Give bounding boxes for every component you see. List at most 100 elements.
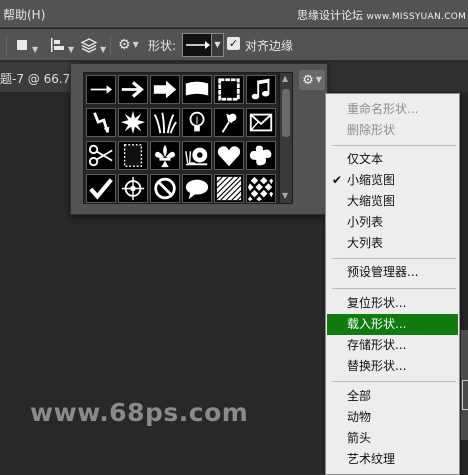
arrow-block-icon[interactable] [150, 75, 180, 104]
menu-item-label: 艺术纹理 [347, 452, 396, 466]
align-edges-checkbox[interactable]: ✓ [227, 37, 240, 50]
menu-item-label: 复位形状... [347, 296, 407, 310]
menu-item-load-shapes[interactable]: 载入形状... [327, 314, 458, 335]
speech-bubble-icon[interactable] [182, 174, 212, 203]
menu-item-label: 小列表 [347, 215, 384, 229]
menu-item-replace-shapes[interactable]: 替换形状... [327, 356, 458, 377]
envelope-icon[interactable] [246, 108, 276, 137]
snail-icon[interactable] [182, 141, 212, 170]
divider [110, 35, 111, 55]
arrow-thin-icon [186, 41, 210, 49]
panel-edge [460, 330, 468, 440]
menu-item-reset-shapes[interactable]: 复位形状... [327, 293, 458, 314]
menu-item-label: 仅文本 [347, 152, 384, 166]
menu-item-arrows[interactable]: 箭头 [327, 428, 458, 449]
menu-item-small-thumbnail[interactable]: ✔ 小缩览图 [327, 170, 458, 191]
music-note-icon[interactable] [246, 75, 276, 104]
path-ops-button[interactable]: ▼ [16, 36, 38, 54]
gear-icon: ⚙ [118, 37, 131, 53]
menu-item-label: 小缩览图 [347, 173, 396, 187]
frame-icon[interactable] [214, 75, 244, 104]
square-icon [17, 40, 27, 50]
target-icon[interactable] [118, 174, 148, 203]
chevron-down-icon: ▼ [315, 75, 322, 84]
checkmark-icon: ✔ [332, 173, 343, 187]
grass-icon[interactable] [150, 108, 180, 137]
menu-item-label: 大列表 [347, 236, 384, 250]
scissors-icon[interactable] [86, 141, 116, 170]
align-left-icon [51, 38, 64, 52]
shape-dropdown-button[interactable]: ▼ [212, 33, 224, 57]
chevron-up-icon[interactable]: ▲ [282, 74, 288, 83]
menu-item-large-list[interactable]: 大列表 [327, 233, 458, 254]
checkmark-icon: ✓ [228, 37, 239, 50]
banner-icon[interactable] [182, 75, 212, 104]
shape-picker-menu-button[interactable]: ⚙ ▼ [299, 70, 325, 90]
checker-pattern-icon[interactable] [246, 174, 276, 203]
heart-icon[interactable] [214, 141, 244, 170]
lightbulb-icon[interactable] [182, 108, 212, 137]
menu-divider [332, 145, 456, 146]
help-menu[interactable]: 帮助(H) [3, 6, 45, 23]
stamp-frame-icon[interactable] [118, 141, 148, 170]
chevron-down-icon[interactable]: ▼ [282, 191, 288, 200]
menu-item-preset-manager[interactable]: 预设管理器... [327, 262, 458, 283]
menu-item-save-shapes[interactable]: 存储形状... [327, 335, 458, 356]
chevron-down-icon: ▼ [32, 45, 39, 54]
checkmark-icon[interactable] [86, 174, 116, 203]
menu-item-small-list[interactable]: 小列表 [327, 212, 458, 233]
site-watermark: www.68ps.com [30, 398, 249, 427]
align-edges-label: 对齐边缘 [245, 39, 294, 53]
chevron-down-icon: ▼ [68, 45, 75, 54]
menu-item-all[interactable]: 全部 [327, 386, 458, 407]
chevron-down-icon: ▼ [214, 40, 221, 49]
menu-item-large-thumbnail[interactable]: 大缩览图 [327, 191, 458, 212]
divider [6, 35, 7, 55]
menu-divider [332, 288, 456, 289]
menu-item-text-only[interactable]: 仅文本 [327, 149, 458, 170]
fleur-de-lis-icon[interactable] [150, 141, 180, 170]
menu-item-label: 预设管理器... [347, 265, 419, 279]
menu-bar: 帮助(H) 思缘设计论坛 www.MISSYUAN.COM [0, 0, 468, 28]
shape-grid-scrollbar[interactable]: ▲ ▼ [279, 72, 293, 204]
panel-bracket [462, 380, 468, 410]
scrollbar-thumb[interactable] [282, 89, 290, 137]
menu-item-label: 重命名形状... [347, 102, 419, 116]
menu-item-rename-shape[interactable]: 重命名形状... [327, 99, 458, 120]
shape-label: 形状: [148, 39, 177, 53]
ink-blot-icon[interactable] [246, 141, 276, 170]
menu-item-artistic-textures[interactable]: 艺术纹理 [327, 449, 458, 470]
shape-picker-context-menu: 重命名形状... 删除形状 仅文本 ✔ 小缩览图 大缩览图 小列表 大列表 预设… [325, 93, 460, 475]
shape-preview[interactable] [182, 33, 212, 57]
menu-item-label: 删除形状 [347, 123, 396, 137]
starburst-icon[interactable] [118, 108, 148, 137]
gear-icon: ⚙ [302, 73, 314, 88]
menu-item-label: 载入形状... [347, 317, 407, 331]
menu-item-delete-shape[interactable]: 删除形状 [327, 120, 458, 141]
menu-divider [332, 258, 456, 259]
no-sign-icon[interactable] [150, 174, 180, 203]
pushpin-icon[interactable] [214, 108, 244, 137]
menu-item-animals[interactable]: 动物 [327, 407, 458, 428]
chevron-down-icon: ▼ [100, 45, 107, 54]
chevron-down-icon: ▼ [132, 40, 139, 49]
menu-item-label: 箭头 [347, 431, 372, 445]
path-align-button[interactable]: ▼ [50, 36, 74, 54]
site-watermark-top: 思缘设计论坛 www.MISSYUAN.COM [297, 7, 466, 23]
menu-divider [332, 381, 456, 382]
arrow-bold-icon[interactable] [118, 75, 148, 104]
lightning-icon[interactable] [86, 108, 116, 137]
settings-button[interactable]: ⚙ ▼ [118, 36, 139, 54]
shape-picker-panel: ▲ ▼ ⚙ ▼ [70, 63, 328, 215]
path-arrange-button[interactable]: ▼ [80, 36, 106, 54]
menu-item-label: 动物 [347, 410, 372, 424]
shape-grid [83, 72, 279, 204]
arrow-thin-icon[interactable] [86, 75, 116, 104]
menu-item-label: 存储形状... [347, 338, 407, 352]
hatch-pattern-icon[interactable] [214, 174, 244, 203]
menu-item-label: 替换形状... [347, 359, 407, 373]
document-tab[interactable]: 题-7 @ 66.7% [0, 62, 82, 92]
menu-item-label: 全部 [347, 389, 372, 403]
watermark-top-url: www.MISSYUAN.COM [366, 12, 467, 22]
stack-layers-icon [80, 38, 98, 53]
